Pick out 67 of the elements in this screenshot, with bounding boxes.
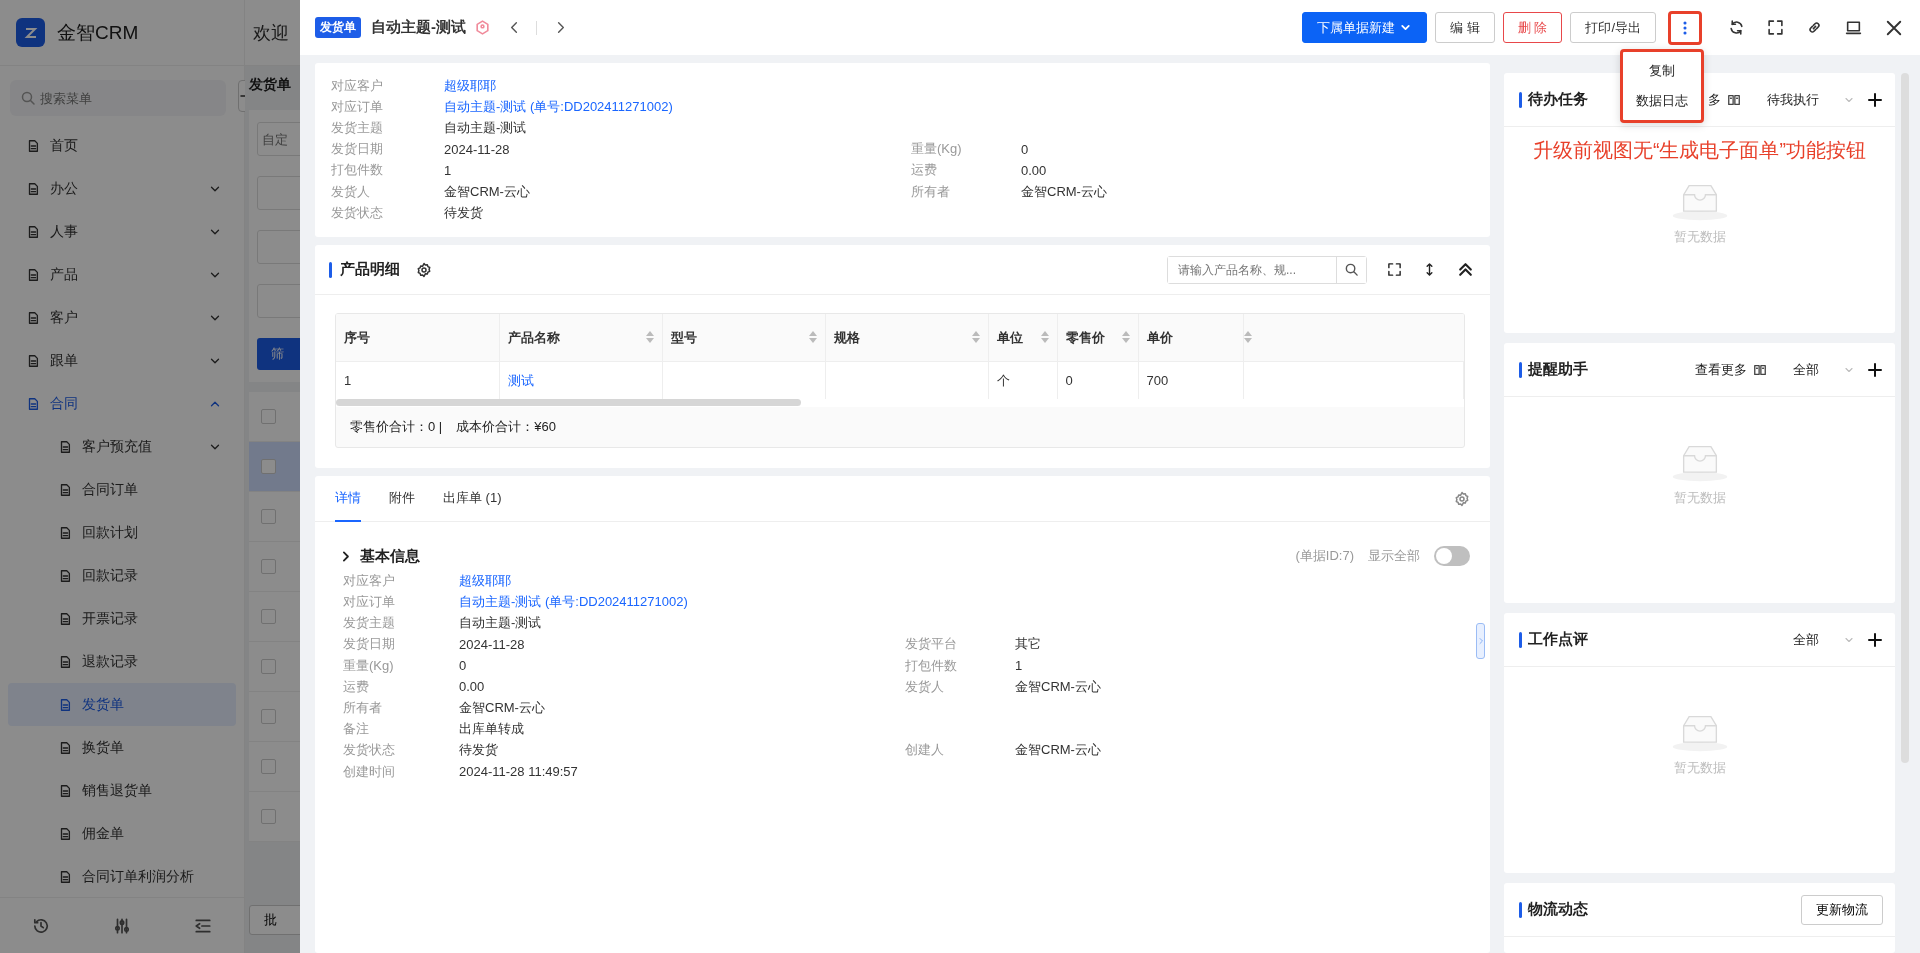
field-value: 0 [1021, 141, 1030, 157]
section-title: 基本信息 [360, 546, 420, 566]
field-value: 自动主题-测试 [459, 614, 543, 633]
field-label: 对应客户 [331, 76, 384, 95]
panel-title: 物流动态 [1528, 900, 1588, 919]
field-label: 创建人 [905, 741, 945, 760]
field-label: 发货人 [331, 182, 371, 201]
app-name: 金智CRM [57, 20, 139, 45]
field-value: 待发货 [444, 203, 484, 222]
field-value: 金智CRM-云心 [1015, 741, 1102, 760]
field-value: 金智CRM-云心 [444, 182, 531, 201]
field-label: 运费 [911, 161, 938, 180]
empty-text: 暂无数据 [1673, 227, 1726, 246]
field-label: 发货人 [905, 677, 945, 696]
field-label: 重量(Kg) [911, 140, 963, 159]
panel-title: 待办任务 [1528, 90, 1588, 109]
field-label: 备注 [343, 720, 370, 739]
total-text: 成本价合计：¥60 [456, 418, 556, 437]
field-value: 2024-11-28 [444, 141, 511, 157]
field-value: 1 [444, 162, 453, 178]
record-title: 自动主题-测试 [371, 18, 466, 37]
empty-text: 暂无数据 [1673, 489, 1726, 507]
field-label: 发货状态 [343, 741, 396, 760]
field-label: 运费 [343, 677, 370, 696]
field-label: 所有者 [343, 699, 383, 718]
field-label: 打包件数 [905, 656, 958, 675]
field-value: 其它 [1015, 635, 1042, 654]
panel-title: 提醒助手 [1528, 360, 1588, 379]
table-cell: 700 [1146, 373, 1169, 389]
table-cell: 1 [344, 373, 352, 389]
toggle-label: 显示全部 [1368, 547, 1420, 566]
field-label: 发货日期 [331, 140, 384, 159]
field-label: 对应订单 [331, 97, 384, 116]
field-value: 金智CRM-云心 [459, 699, 546, 718]
section-title: 产品明细 [340, 260, 400, 280]
field-value: 2024-11-28 [459, 636, 526, 652]
field-label: 发货日期 [343, 635, 396, 654]
field-label: 发货平台 [905, 635, 958, 654]
field-value: 1 [1015, 658, 1024, 674]
field-value: 自动主题-测试 [444, 118, 528, 137]
annotation-text: 升级前视图无“生成电子面单”功能按钮 [1533, 138, 1866, 163]
field-label: 发货主题 [343, 614, 396, 633]
field-label: 创建时间 [343, 762, 396, 781]
total-text: 零售价合计：0 | [350, 418, 443, 437]
empty-text: 暂无数据 [1673, 759, 1726, 777]
field-value: 金智CRM-云心 [1015, 677, 1102, 696]
field-value: 0.00 [459, 679, 486, 695]
doc-type-tag: 发货单 [315, 17, 361, 38]
page-title: 发货单 [249, 76, 292, 94]
field-label: 发货状态 [331, 203, 384, 222]
field-value: 出库单转成 [459, 720, 525, 739]
field-label: 打包件数 [331, 161, 384, 180]
field-label: 所有者 [911, 182, 951, 201]
field-label: 发货主题 [331, 118, 384, 137]
field-label: 重量(Kg) [343, 656, 395, 675]
welcome-text: 欢迎 [253, 21, 289, 45]
table-cell: 0 [1065, 373, 1073, 389]
record-id: (单据ID:7) [1295, 547, 1354, 566]
panel-title: 工作点评 [1528, 630, 1588, 649]
field-value: 待发货 [459, 741, 499, 760]
table-cell: 个 [996, 372, 1010, 388]
field-value: 0 [459, 658, 468, 674]
field-value: 金智CRM-云心 [1021, 182, 1108, 201]
field-label: 对应客户 [343, 571, 396, 590]
field-label: 对应订单 [343, 593, 396, 612]
field-value: 0.00 [1021, 162, 1048, 178]
field-value: 2024-11-28 11:49:57 [459, 764, 579, 780]
